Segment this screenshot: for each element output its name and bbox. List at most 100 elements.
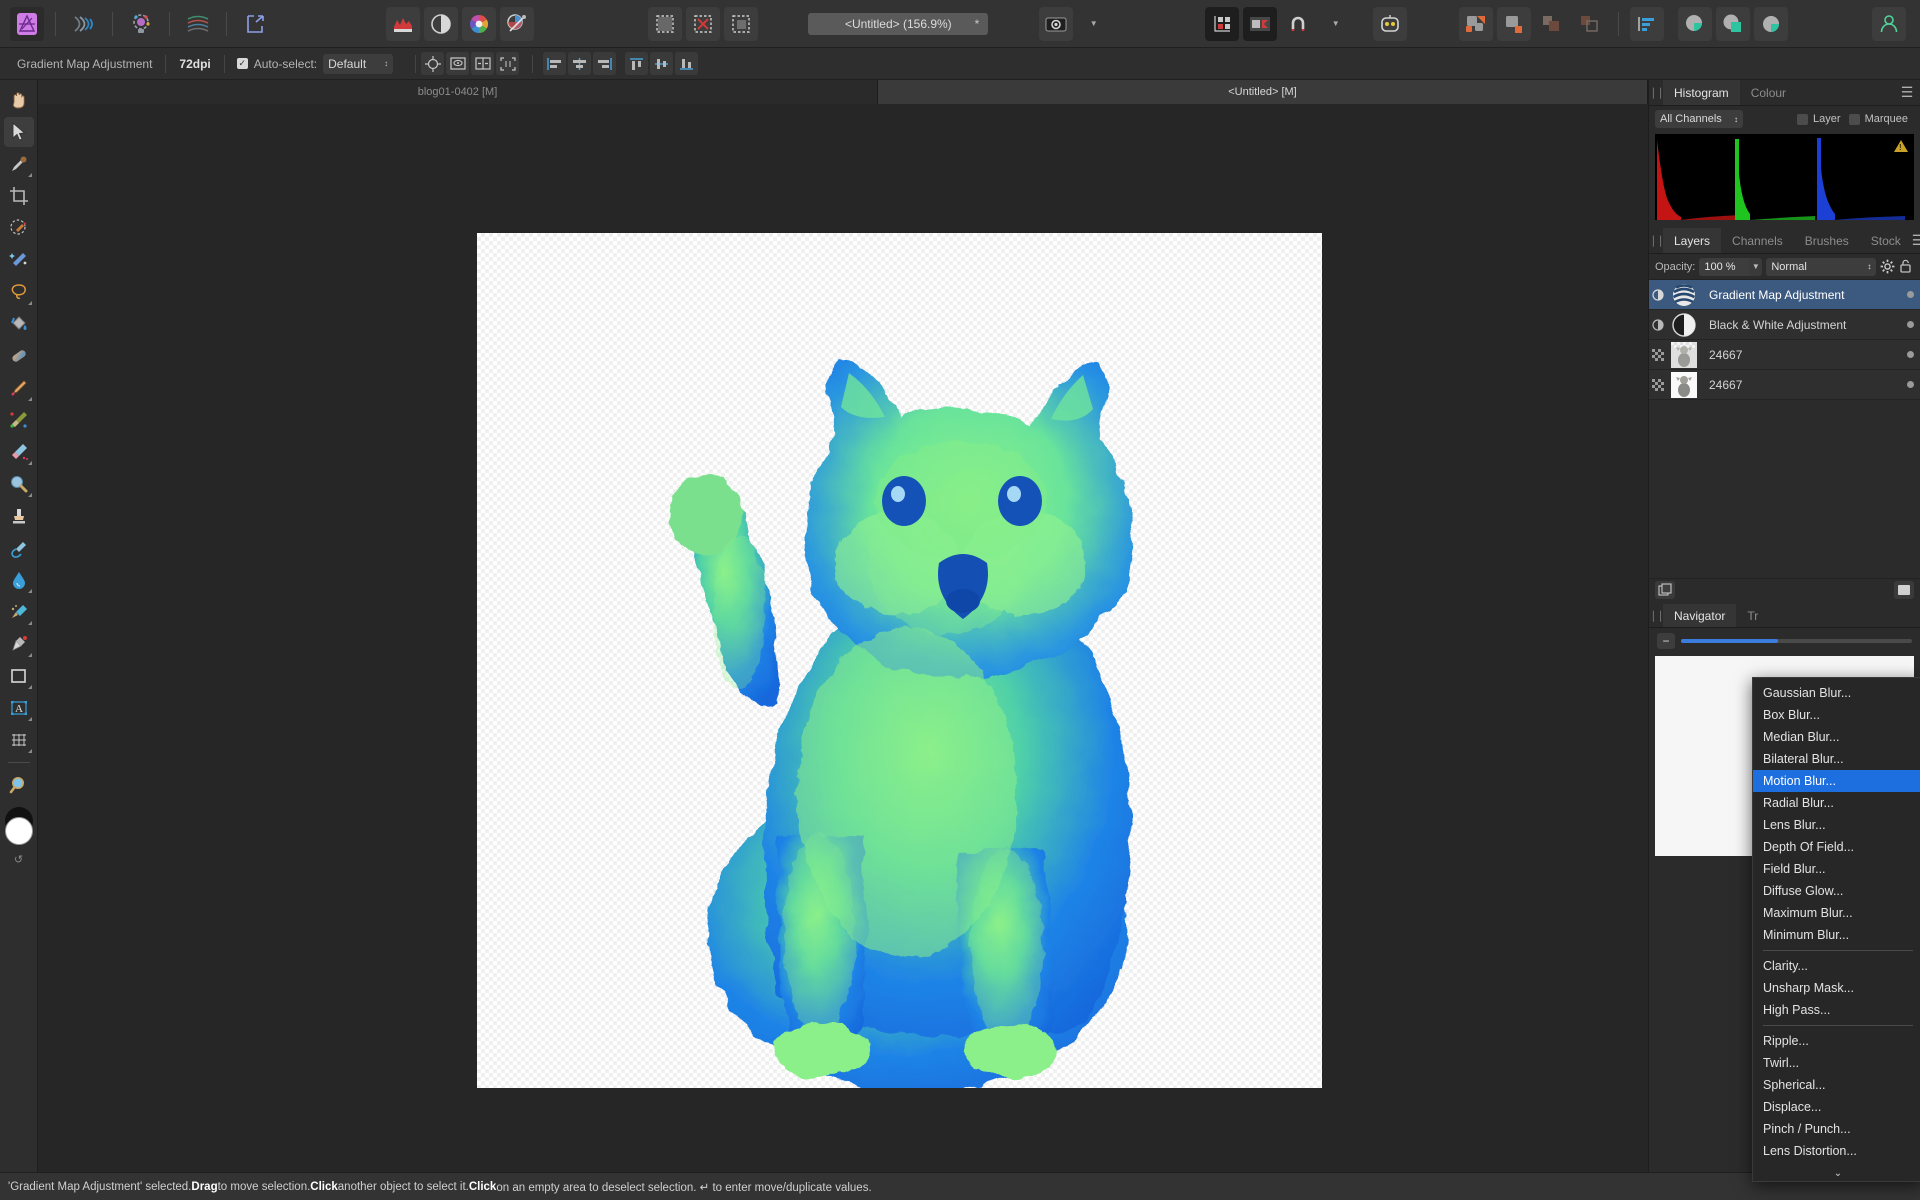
app-logo-icon[interactable]: [10, 6, 44, 41]
tab-navigator[interactable]: Navigator: [1663, 604, 1737, 627]
erase-brush-tool[interactable]: [4, 437, 34, 467]
inpainting-brush-tool[interactable]: [4, 597, 34, 627]
zoom-slider-track[interactable]: [1681, 639, 1912, 643]
camera-raw-icon[interactable]: [1038, 6, 1073, 41]
layer-fx-dot-4[interactable]: [1900, 381, 1920, 388]
mesh-warp-tool[interactable]: [4, 725, 34, 755]
canvas-area[interactable]: [38, 104, 1648, 1172]
user-account-icon[interactable]: [1871, 6, 1906, 41]
move-origin-icon[interactable]: [421, 52, 445, 75]
live-filter-icon[interactable]: [500, 6, 534, 41]
new-layer-icon[interactable]: [1655, 580, 1675, 599]
layer-fx-dot[interactable]: [1900, 291, 1920, 298]
menu-item-minimum-blur[interactable]: Minimum Blur...: [1753, 924, 1920, 946]
layers-panel-menu-icon[interactable]: ☰: [1912, 228, 1920, 253]
menu-item-pinch-punch[interactable]: Pinch / Punch...: [1753, 1118, 1920, 1140]
selection-brush-tool[interactable]: [4, 213, 34, 243]
layer-fx-dot-3[interactable]: [1900, 351, 1920, 358]
align-left-icon[interactable]: [543, 52, 567, 75]
menu-item-twirl[interactable]: Twirl...: [1753, 1052, 1920, 1074]
crop-tool[interactable]: [4, 181, 34, 211]
blend-icon[interactable]: [1677, 6, 1712, 41]
deselect-icon[interactable]: [686, 6, 720, 41]
freehand-selection-tool[interactable]: [4, 277, 34, 307]
view-hand-tool[interactable]: [4, 85, 34, 115]
tab-channels[interactable]: Channels: [1721, 228, 1794, 253]
panel-grip-icon[interactable]: ❘❘: [1649, 80, 1665, 105]
document-title-bar[interactable]: <Untitled> (156.9%) *: [808, 12, 989, 35]
export-persona-icon[interactable]: [238, 7, 272, 41]
clone-brush-tool[interactable]: [4, 501, 34, 531]
pen-tool[interactable]: [4, 629, 34, 659]
snapping-grid-icon[interactable]: [1204, 6, 1239, 41]
zoom-tool[interactable]: [4, 770, 34, 800]
align-top-icon[interactable]: [625, 52, 649, 75]
lock-icon[interactable]: [1899, 259, 1912, 274]
align-middle-v-icon[interactable]: [650, 52, 674, 75]
blend-mode-dropdown[interactable]: Normal ↕: [1766, 257, 1877, 276]
invert-selection-icon[interactable]: [724, 6, 758, 41]
menu-item-displace[interactable]: Displace...: [1753, 1096, 1920, 1118]
align-center-h-icon[interactable]: [568, 52, 592, 75]
layer-visibility-toggle-4[interactable]: [1649, 378, 1667, 391]
menu-item-high-pass[interactable]: High Pass...: [1753, 999, 1920, 1021]
foreground-color-swatch[interactable]: [4, 817, 33, 845]
mask-layer-icon[interactable]: [1894, 580, 1914, 599]
show-preview-icon[interactable]: [446, 52, 470, 75]
snapping-chevron-icon[interactable]: ▼: [1319, 7, 1353, 41]
warp-icon[interactable]: [67, 7, 101, 41]
layer-row-gradient-map[interactable]: Gradient Map Adjustment: [1649, 280, 1920, 310]
flood-select-tool[interactable]: [4, 245, 34, 275]
layer-visibility-toggle[interactable]: [1649, 288, 1667, 301]
menu-item-ripple[interactable]: Ripple...: [1753, 1030, 1920, 1052]
menu-item-lens-distortion[interactable]: Lens Distortion...: [1753, 1140, 1920, 1162]
color-picker-tool[interactable]: [4, 149, 34, 179]
layer-visibility-toggle-2[interactable]: [1649, 318, 1667, 331]
assistant-robot-icon[interactable]: [1372, 6, 1407, 41]
channel-select-dropdown[interactable]: All Channels ↕: [1655, 110, 1743, 128]
menu-item-maximum-blur[interactable]: Maximum Blur...: [1753, 902, 1920, 924]
menu-item-unsharp-mask[interactable]: Unsharp Mask...: [1753, 977, 1920, 999]
clipping-warning-icon[interactable]: [1894, 140, 1908, 152]
menu-item-radial-blur[interactable]: Radial Blur...: [1753, 792, 1920, 814]
color-swatches[interactable]: [2, 807, 36, 851]
color-wheel-icon[interactable]: [462, 6, 496, 41]
opacity-dropdown-icon[interactable]: ▼: [1749, 257, 1763, 276]
menu-item-field-blur[interactable]: Field Blur...: [1753, 858, 1920, 880]
lighting-icon[interactable]: [124, 7, 158, 41]
align-icon[interactable]: [1629, 6, 1664, 41]
tab-histogram[interactable]: Histogram: [1663, 80, 1740, 105]
opacity-icon[interactable]: [1753, 6, 1788, 41]
magnet-icon[interactable]: [1281, 7, 1315, 41]
split-view-icon[interactable]: [1242, 6, 1277, 41]
paint-bucket-tool[interactable]: [4, 309, 34, 339]
menu-item-motion-blur[interactable]: Motion Blur...: [1753, 770, 1920, 792]
document-tab-0[interactable]: blog01-0402 [M]: [38, 80, 878, 104]
gradient-tool[interactable]: [4, 341, 34, 371]
menu-item-box-blur[interactable]: Box Blur...: [1753, 704, 1920, 726]
swap-colors-icon[interactable]: ↺: [14, 853, 23, 866]
paint-brush-tool[interactable]: [4, 373, 34, 403]
artboard[interactable]: [477, 233, 1322, 1088]
filters-dropdown-menu[interactable]: Gaussian Blur... Box Blur... Median Blur…: [1752, 677, 1920, 1182]
snap-center-icon[interactable]: [471, 52, 495, 75]
adjustment-icon[interactable]: [424, 6, 458, 41]
rectangle-tool[interactable]: [4, 661, 34, 691]
tab-brushes[interactable]: Brushes: [1794, 228, 1860, 253]
tab-transform[interactable]: Tr: [1736, 604, 1769, 627]
tab-stock[interactable]: Stock: [1860, 228, 1912, 253]
paint-mixer-brush-tool[interactable]: [4, 405, 34, 435]
blur-brush-tool[interactable]: [4, 565, 34, 595]
histogram-chart[interactable]: [1655, 134, 1914, 220]
panel-grip-icon-3[interactable]: ❘❘: [1649, 604, 1665, 627]
dodge-brush-tool[interactable]: [4, 469, 34, 499]
layer-row-black-white[interactable]: Black & White Adjustment: [1649, 310, 1920, 340]
layer-visibility-toggle-3[interactable]: [1649, 348, 1667, 361]
document-tab-1[interactable]: <Untitled> [M]: [878, 80, 1648, 104]
menu-item-lens-blur[interactable]: Lens Blur...: [1753, 814, 1920, 836]
layer-row-24667-a[interactable]: 24667: [1649, 340, 1920, 370]
select-pixel-icon[interactable]: [648, 6, 682, 41]
menu-item-clarity[interactable]: Clarity...: [1753, 955, 1920, 977]
preset-dropdown[interactable]: Default ↕: [323, 53, 394, 74]
menu-scroll-down-icon[interactable]: ⌄: [1753, 1165, 1920, 1181]
